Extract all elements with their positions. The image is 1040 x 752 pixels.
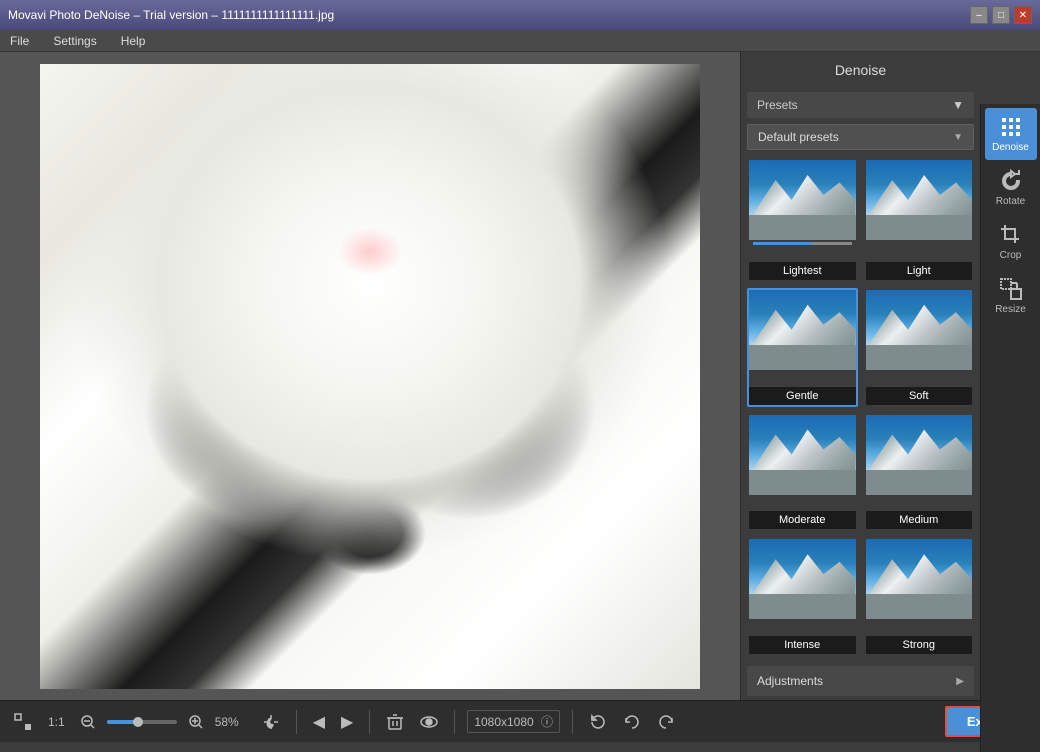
separator-4	[572, 710, 573, 734]
preset-strong[interactable]: Strong	[864, 537, 975, 656]
tool-denoise[interactable]: Denoise	[985, 108, 1037, 160]
preset-label-light: Light	[866, 262, 973, 280]
zoom-out-button[interactable]	[77, 711, 99, 733]
rotate-ccw-button[interactable]	[585, 709, 611, 735]
dropdown-arrow-icon: ▼	[953, 132, 963, 143]
menu-help[interactable]: Help	[117, 32, 150, 50]
tool-rotate[interactable]: Rotate	[985, 162, 1037, 214]
zoom-out-icon	[81, 715, 95, 729]
preset-thumb-lightest	[749, 160, 856, 240]
delete-button[interactable]	[382, 709, 408, 735]
pan-button[interactable]	[258, 709, 284, 735]
redo-icon	[657, 713, 675, 731]
preview-icon	[420, 713, 438, 731]
separator-1	[296, 710, 297, 734]
preset-intense[interactable]: Intense	[747, 537, 858, 656]
preset-thumb-soft	[866, 290, 973, 370]
zoom-slider-fill	[107, 720, 135, 724]
preset-slider-lightest	[753, 242, 852, 245]
presets-label: Presets	[757, 98, 798, 112]
window-title: Movavi Photo DeNoise – Trial version – 1…	[8, 8, 970, 22]
close-button[interactable]: ✕	[1014, 6, 1032, 24]
preset-thumb-light	[866, 160, 973, 240]
zoom-in-button[interactable]	[185, 711, 207, 733]
separator-2	[369, 710, 370, 734]
undo-icon	[623, 713, 641, 731]
preset-gentle[interactable]: Gentle	[747, 288, 858, 407]
tool-rotate-label: Rotate	[996, 196, 1025, 207]
preset-thumb-intense	[749, 539, 856, 619]
zoom-11-button[interactable]: 1:1	[44, 711, 69, 733]
presets-arrow-icon: ▼	[952, 98, 964, 112]
presets-grid: Lightest Light Gentle Soft	[741, 152, 980, 662]
presets-header[interactable]: Presets ▼	[747, 92, 974, 118]
zoom-slider-thumb	[133, 717, 143, 727]
image-size-label: 1080x1080 ⓘ	[467, 710, 560, 733]
denoise-title: Denoise	[741, 52, 980, 88]
undo-button[interactable]	[619, 709, 645, 735]
preset-soft[interactable]: Soft	[864, 288, 975, 407]
tool-resize-label: Resize	[995, 304, 1026, 315]
fit-icon	[14, 713, 32, 731]
app-body: Denoise Presets ▼ Default presets ▼ Ligh…	[0, 52, 1040, 700]
rotate-ccw-icon	[589, 713, 607, 731]
preset-label-gentle: Gentle	[749, 387, 856, 405]
fit-button[interactable]	[10, 709, 36, 735]
adjustments-arrow-icon: ▶	[956, 676, 964, 687]
preset-label-soft: Soft	[866, 387, 973, 405]
window-controls: – □ ✕	[970, 6, 1032, 24]
menu-file[interactable]: File	[6, 32, 33, 50]
preset-label-intense: Intense	[749, 636, 856, 654]
preset-lightest[interactable]: Lightest	[747, 158, 858, 282]
tool-resize[interactable]: Resize	[985, 270, 1037, 322]
denoise-icon	[999, 115, 1023, 139]
tool-crop-label: Crop	[1000, 250, 1022, 261]
tool-crop[interactable]: Crop	[985, 216, 1037, 268]
dog-image	[40, 64, 700, 689]
title-bar: Movavi Photo DeNoise – Trial version – 1…	[0, 0, 1040, 30]
resize-icon	[999, 277, 1023, 301]
default-presets-dropdown[interactable]: Default presets ▼	[747, 124, 974, 150]
prev-button[interactable]: ◀	[309, 708, 329, 736]
preset-label-lightest: Lightest	[749, 262, 856, 280]
zoom-percent: 58%	[215, 715, 250, 729]
preset-thumb-medium	[866, 415, 973, 495]
rotate-icon	[999, 169, 1023, 193]
preview-button[interactable]	[416, 709, 442, 735]
preset-light[interactable]: Light	[864, 158, 975, 282]
photo-canvas	[40, 64, 700, 689]
minimize-button[interactable]: –	[970, 6, 988, 24]
adjustments-label: Adjustments	[757, 674, 823, 688]
preset-moderate[interactable]: Moderate	[747, 413, 858, 532]
tool-denoise-label: Denoise	[992, 142, 1029, 153]
preset-thumb-strong	[866, 539, 973, 619]
info-icon[interactable]: ⓘ	[541, 715, 553, 729]
maximize-button[interactable]: □	[992, 6, 1010, 24]
adjustments-bar[interactable]: Adjustments ▶	[747, 666, 974, 696]
zoom-slider[interactable]	[107, 720, 177, 724]
delete-icon	[386, 713, 404, 731]
menu-bar: File Settings Help	[0, 30, 1040, 52]
preset-label-medium: Medium	[866, 511, 973, 529]
preset-thumb-gentle	[749, 290, 856, 370]
preset-thumb-moderate	[749, 415, 856, 495]
pan-icon	[262, 713, 280, 731]
preset-label-moderate: Moderate	[749, 511, 856, 529]
redo-button[interactable]	[653, 709, 679, 735]
content-area: Denoise Presets ▼ Default presets ▼ Ligh…	[0, 52, 980, 700]
separator-3	[454, 710, 455, 734]
preset-label-strong: Strong	[866, 636, 973, 654]
next-button[interactable]: ▶	[337, 708, 357, 736]
menu-settings[interactable]: Settings	[49, 32, 100, 50]
default-presets-label: Default presets	[758, 130, 839, 144]
right-panel: Denoise Presets ▼ Default presets ▼ Ligh…	[740, 52, 980, 700]
crop-icon	[999, 223, 1023, 247]
image-size-value: 1080x1080	[474, 715, 533, 729]
canvas-area	[0, 52, 740, 700]
zoom-in-icon	[189, 715, 203, 729]
tool-sidebar: Denoise Rotate Crop Resize	[980, 104, 1040, 752]
bottom-toolbar: 1:1 58% ◀ ▶	[0, 700, 1040, 742]
preset-medium[interactable]: Medium	[864, 413, 975, 532]
